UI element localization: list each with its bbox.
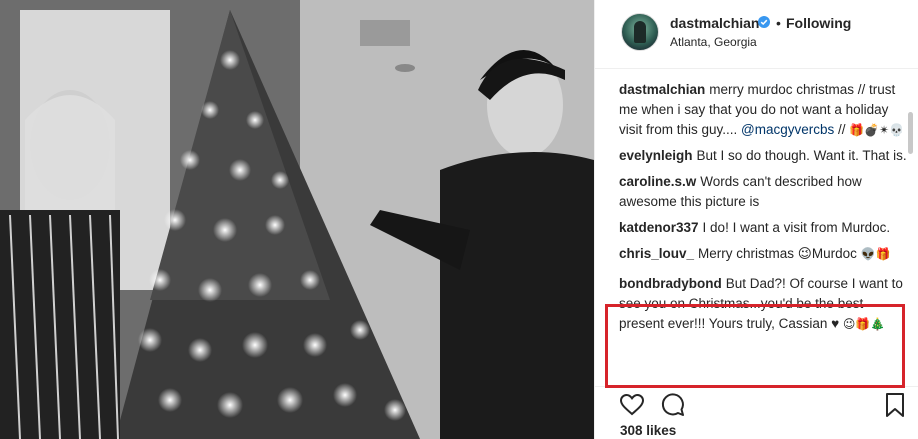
heart-icon[interactable] — [619, 392, 645, 418]
comment-username[interactable]: evelynleigh — [619, 148, 693, 163]
list-item: evelynleigh But I so do though. Want it. … — [619, 146, 909, 166]
avatar[interactable] — [621, 13, 659, 51]
post-header: dastmalchian • Following Atlanta, Georgi… — [595, 0, 918, 68]
christmas-tree-photo — [0, 0, 594, 439]
list-item: caroline.s.w Words can't described how aw… — [619, 172, 909, 212]
following-button[interactable]: Following — [786, 15, 851, 31]
comment-icon[interactable] — [660, 392, 686, 418]
list-item: katdenor337 I do! I want a visit from Mur… — [619, 218, 909, 238]
caption-mention[interactable]: @macgyvercbs — [741, 122, 834, 137]
comments-list: dastmalchian merry murdoc christmas // tr… — [619, 80, 909, 340]
comment-username[interactable]: chris_louv_ — [619, 246, 694, 261]
comment-username[interactable]: katdenor337 — [619, 220, 699, 235]
bookmark-icon[interactable] — [882, 392, 908, 418]
caption-tail: // — [834, 122, 850, 137]
comments-scrollbar[interactable] — [908, 112, 913, 154]
caption-emoji: 🎁💣✴💀 — [849, 123, 905, 137]
comment-username[interactable]: bondbradybond — [619, 276, 722, 291]
likes-count[interactable]: 308 likes — [620, 423, 676, 438]
comment-text: I do! I want a visit from Murdoc. — [702, 220, 891, 235]
verified-badge-icon — [758, 16, 770, 28]
caption-username[interactable]: dastmalchian — [619, 82, 705, 97]
caption: dastmalchian merry murdoc christmas // tr… — [619, 80, 909, 140]
comment-text: But I so do though. Want it. That is. — [696, 148, 907, 163]
comment-emoji: 😉🎁🎄 — [842, 317, 886, 331]
post-location[interactable]: Atlanta, Georgia — [670, 35, 757, 49]
action-bar — [595, 390, 918, 418]
list-item: bondbradybond But Dad?! Of course I want … — [619, 274, 909, 334]
comment-emoji: 👽🎁 — [860, 247, 891, 261]
actions-divider — [595, 386, 918, 387]
post-photo[interactable] — [0, 0, 594, 439]
comment-username[interactable]: caroline.s.w — [619, 174, 696, 189]
header-divider — [595, 68, 918, 69]
list-item: chris_louv_ Merry christmas 😉Murdoc 👽🎁 — [619, 244, 909, 264]
post-username[interactable]: dastmalchian — [670, 15, 759, 31]
comment-text: Merry christmas 😉Murdoc — [698, 246, 861, 261]
follow-separator: • — [776, 15, 781, 31]
post-side-panel: dastmalchian • Following Atlanta, Georgi… — [595, 0, 918, 439]
